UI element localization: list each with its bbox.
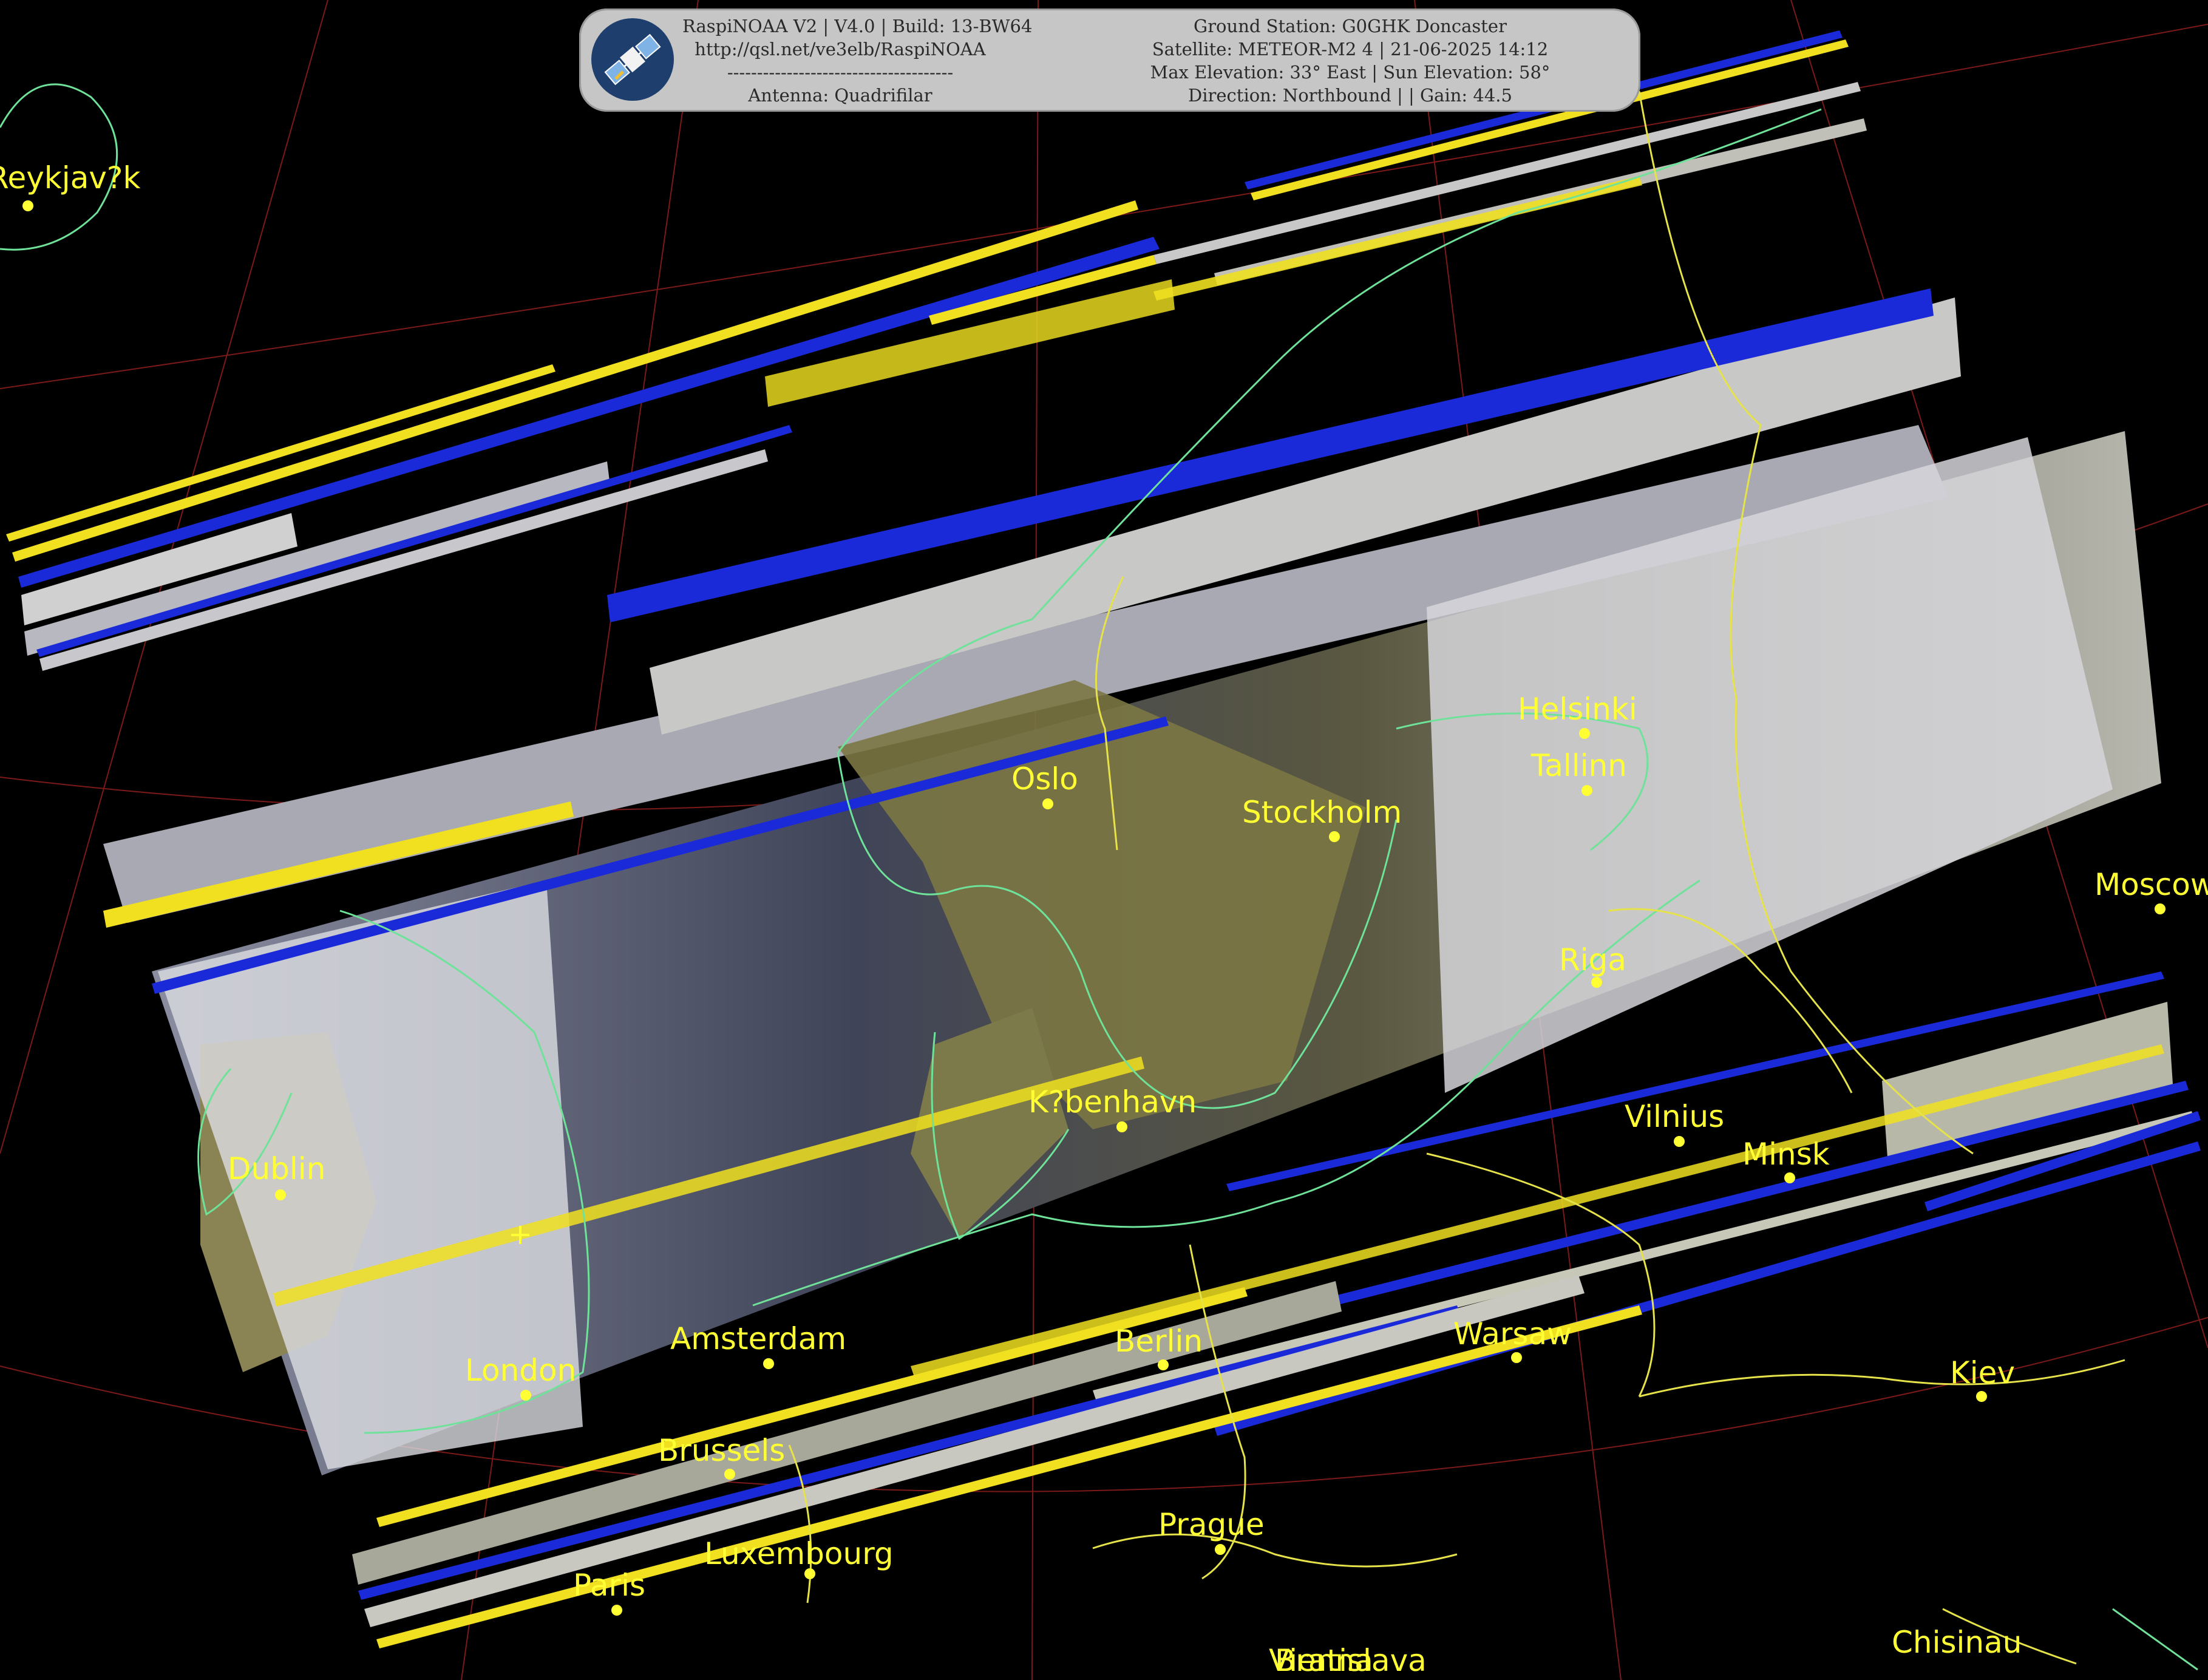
info-elevation: Max Elevation: 33° East | Sun Elevation:… (1150, 62, 1551, 83)
city-dot-helsinki (1579, 728, 1590, 739)
satellite-map: Reykjav?k Helsinki Tallinn Oslo Stockhol… (0, 0, 2208, 1680)
city-dot-kiev (1976, 1391, 1987, 1402)
info-antenna: Antenna: Quadrifilar (748, 85, 932, 106)
city-dot-paris (611, 1605, 622, 1616)
city-dot-stockholm (1329, 831, 1340, 842)
city-label-stockholm: Stockholm (1242, 795, 1402, 830)
city-dot-kobenhavn (1116, 1121, 1127, 1132)
city-label-chisinau: Chisinau (1892, 1625, 2022, 1660)
city-label-kobenhavn: K?benhavn (1028, 1084, 1197, 1120)
city-label-dublin: Dublin (228, 1151, 325, 1186)
info-ground-station: Ground Station: G0GHK Doncaster (1194, 16, 1507, 36)
city-label-minsk: Minsk (1742, 1137, 1830, 1172)
city-label-moscow: Moscow (2094, 867, 2208, 902)
city-label-warsaw: Warsaw (1453, 1316, 1572, 1352)
city-dot-vilnius (1674, 1136, 1685, 1147)
info-url: http://qsl.net/ve3elb/RaspiNOAA (695, 39, 986, 60)
info-version: RaspiNOAA V2 | V4.0 | Build: 13-BW64 (682, 16, 1033, 36)
city-label-vilnius: Vilnius (1625, 1099, 1724, 1134)
city-dot-prague (1215, 1544, 1226, 1555)
info-satellite: Satellite: METEOR-M2 4 | 21-06-2025 14:1… (1152, 39, 1549, 60)
city-label-vienna: Vienna (1269, 1643, 1373, 1678)
info-separator: -------------------------------------- (727, 62, 954, 83)
city-label-reykjavik: Reykjav?k (0, 160, 140, 196)
info-direction: Direction: Northbound | | Gain: 44.5 (1188, 85, 1512, 106)
city-label-tallinn: Tallinn (1530, 748, 1627, 783)
city-label-riga: Riga (1559, 942, 1626, 978)
city-dot-minsk (1784, 1172, 1795, 1183)
city-dot-reykjavik (22, 200, 33, 211)
satellite-icon (604, 33, 661, 86)
city-dot-moscow (2155, 903, 2166, 914)
city-label-amsterdam: Amsterdam (670, 1321, 846, 1356)
city-dot-oslo (1042, 798, 1053, 809)
city-dot-tallinn (1581, 785, 1592, 796)
city-label-london: London (465, 1353, 576, 1388)
city-label-oslo: Oslo (1011, 761, 1078, 797)
city-label-brussels: Brussels (658, 1433, 785, 1468)
satellite-logo (591, 18, 674, 101)
city-label-berlin: Berlin (1115, 1324, 1203, 1359)
city-label-luxembourg: Luxembourg (704, 1536, 894, 1571)
info-left-block: RaspiNOAA V2 | V4.0 | Build: 13-BW64 htt… (682, 15, 1033, 107)
city-dot-warsaw (1511, 1352, 1522, 1363)
city-dot-luxembourg (804, 1568, 815, 1579)
city-dot-dublin (275, 1189, 286, 1200)
city-label-prague: Prague (1158, 1507, 1265, 1542)
info-right-block: Ground Station: G0GHK Doncaster Satellit… (1113, 15, 1587, 107)
city-dot-london (520, 1390, 531, 1401)
city-dot-amsterdam (763, 1358, 774, 1369)
city-dot-berlin (1158, 1359, 1169, 1370)
info-panel: RaspiNOAA V2 | V4.0 | Build: 13-BW64 htt… (579, 9, 1640, 112)
city-dot-brussels (724, 1469, 735, 1480)
city-label-kiev: Kiev (1950, 1355, 2015, 1390)
city-dot-riga (1591, 977, 1602, 988)
city-label-helsinki: Helsinki (1518, 692, 1637, 727)
city-label-paris: Paris (573, 1568, 645, 1603)
